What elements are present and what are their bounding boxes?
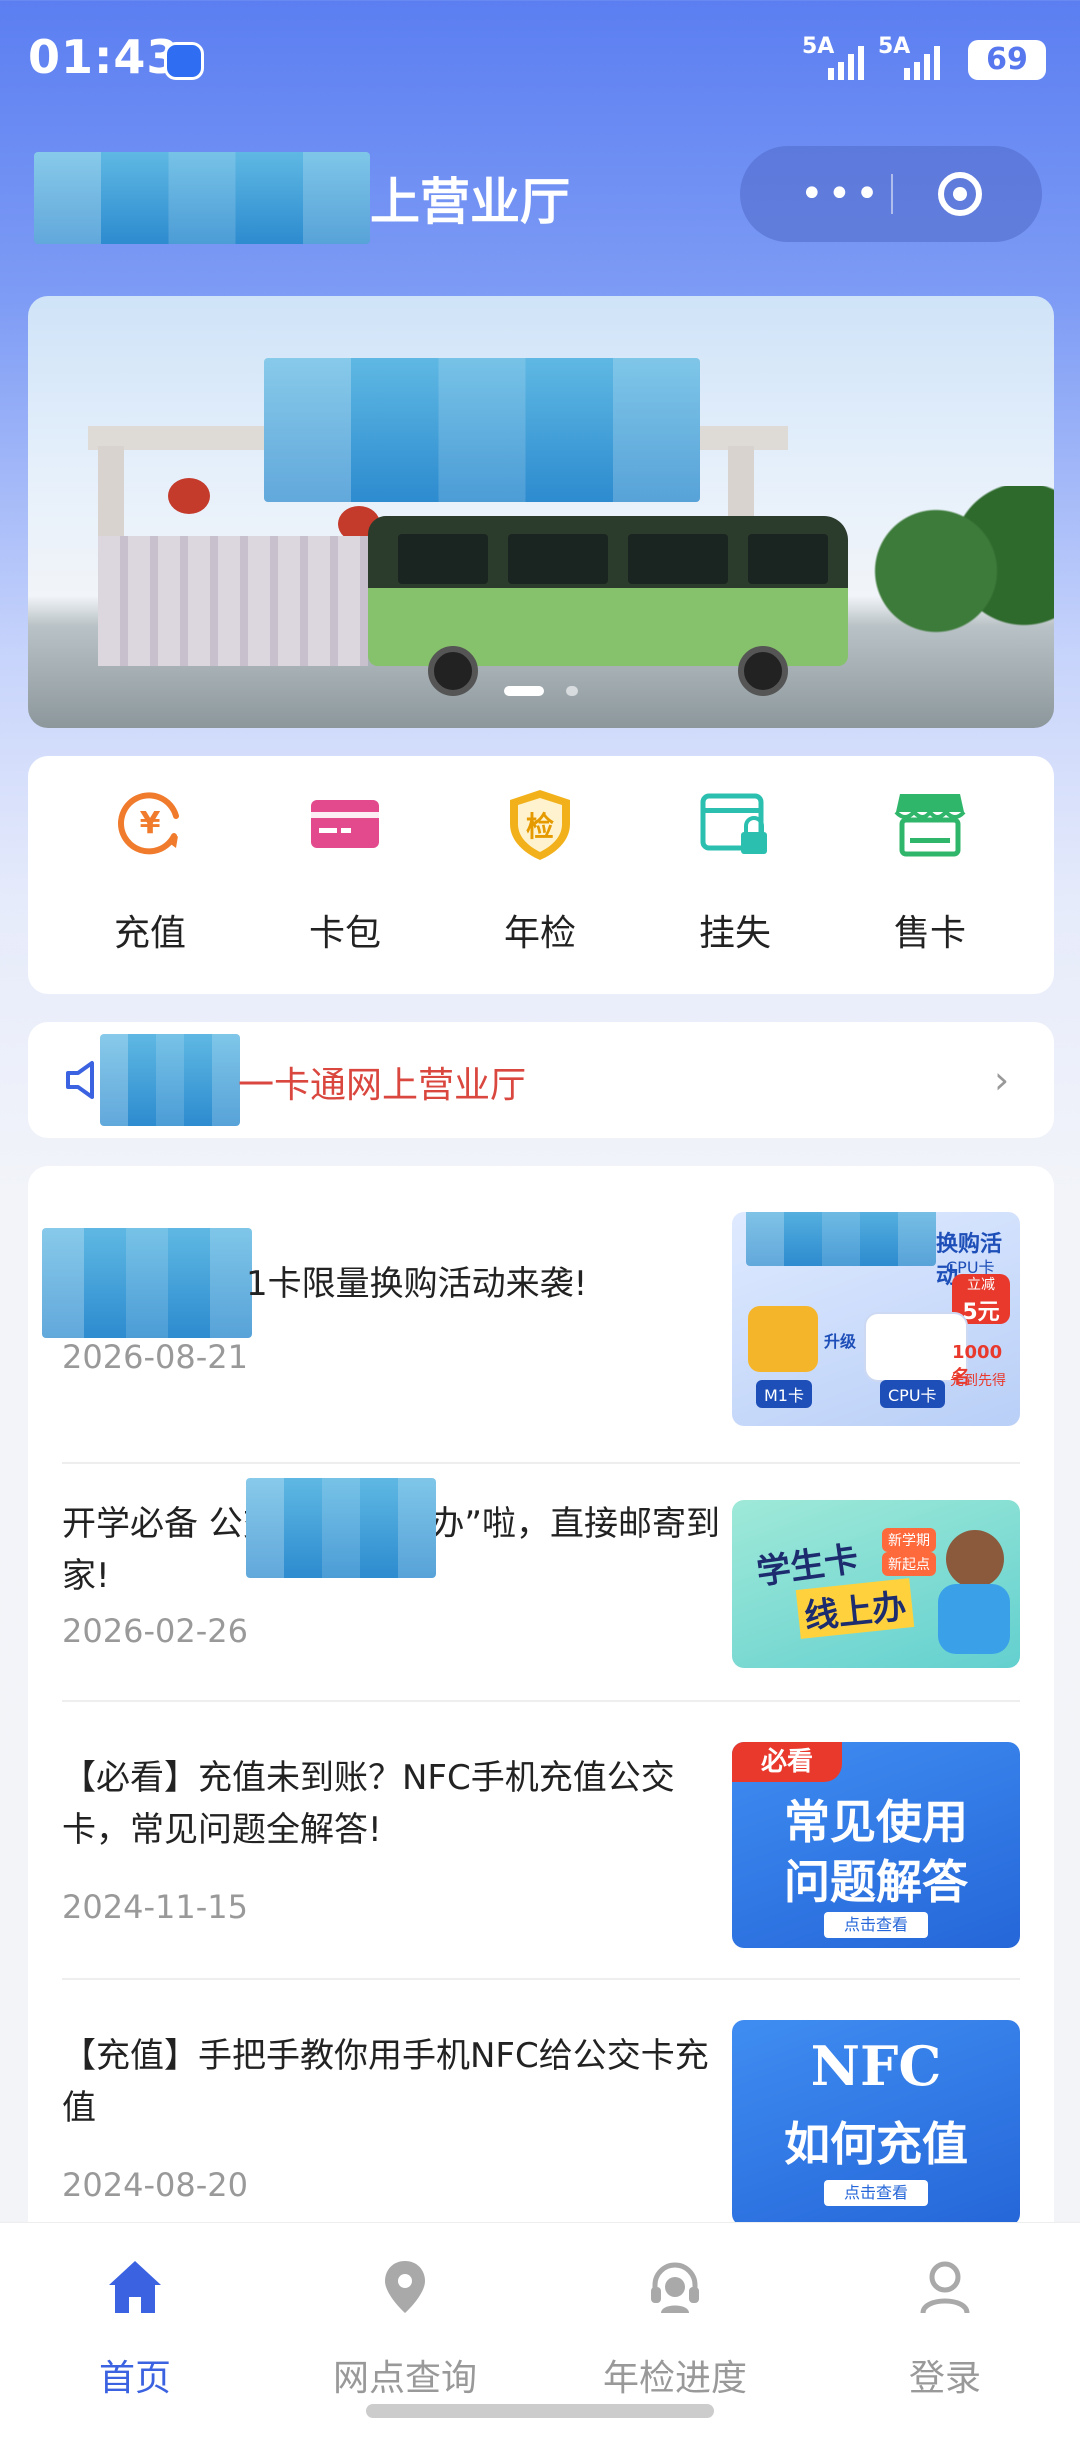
home-indicator [366, 2404, 714, 2418]
headset-icon [651, 2262, 699, 2313]
quick-action-label: 充值 [113, 913, 186, 954]
tab-label: 网点查询 [332, 2358, 477, 2399]
store-icon [894, 794, 966, 857]
building [98, 536, 368, 666]
location-pin-icon [385, 2261, 425, 2313]
news-item[interactable]: 【必看】充值未到账？NFC手机充值公交卡，常见问题全解答! 2024-11-15… [28, 1702, 1054, 1978]
news-item[interactable]: 开学必备 公交卡可“线上办”啦，直接邮寄到家! 2026-02-26 学生卡 线… [28, 1464, 1054, 1700]
trees [848, 486, 1054, 656]
notice-redacted-block [100, 1034, 240, 1126]
news-thumbnail: 换购活动 CPU卡 立减 5元 M1卡 升级 CPU卡 1000名 先到先得 [732, 1212, 1020, 1426]
tab-label: 登录 [908, 2358, 981, 2399]
news-title: 【充值】手把手教你用手机NFC给公交卡充值 [62, 2036, 709, 2128]
notice-bar[interactable]: 一卡通网上营业厅 › [28, 1022, 1054, 1138]
news-redacted-block [42, 1228, 252, 1338]
banner-redacted-block [264, 358, 700, 502]
quick-action-label: 售卡 [893, 913, 966, 954]
bus-image [368, 516, 848, 696]
quick-action-recharge[interactable]: ¥ 充值 [70, 786, 230, 966]
carousel-indicator-active [504, 686, 544, 696]
capsule-divider [891, 174, 893, 214]
svg-text:检: 检 [526, 810, 554, 843]
tab-label: 年检进度 [602, 2358, 747, 2399]
chevron-right-icon: › [994, 1058, 1010, 1102]
mini-program-capsule: ••• [740, 146, 1042, 242]
user-icon [920, 2261, 970, 2314]
tab-label: 首页 [98, 2358, 171, 2399]
quick-action-card-wallet[interactable]: 卡包 [265, 786, 425, 966]
quick-action-label: 挂失 [698, 913, 771, 954]
carousel-indicator [566, 686, 578, 696]
yuan-refresh-icon: ¥ [118, 792, 179, 855]
quick-action-label: 卡包 [308, 913, 381, 954]
lantern [168, 478, 210, 514]
news-item[interactable]: 1卡限量换购活动来袭! 2026-08-21 换购活动 CPU卡 立减 5元 M… [28, 1166, 1054, 1462]
quick-action-sell-card[interactable]: 售卡 [850, 786, 1010, 966]
news-thumbnail: 学生卡 线上办 新学期 新起点 [732, 1500, 1020, 1668]
message-notification-icon [164, 42, 204, 80]
signal-bars-icon-2 [904, 46, 940, 80]
news-date: 2026-08-21 [62, 1338, 248, 1376]
news-title: 1卡限量换购活动来袭! [246, 1264, 588, 1304]
card-icon [311, 800, 379, 848]
svg-text:¥: ¥ [140, 806, 161, 841]
news-redacted-block [246, 1478, 436, 1578]
quick-actions-panel: ¥ 充值 卡包 检 年检 挂失 售卡 [28, 756, 1054, 994]
news-list: 1卡限量换购活动来袭! 2026-08-21 换购活动 CPU卡 立减 5元 M… [28, 1166, 1054, 2266]
card-lock-icon [700, 793, 767, 854]
status-time: 01:43 [28, 30, 180, 84]
status-bar: 01:43 5A 5A 69 [0, 0, 1080, 120]
page-title: 上营业厅 [370, 173, 570, 231]
thumb-redacted-block [746, 1212, 936, 1266]
title-redacted-block [34, 152, 370, 244]
notice-text: 一卡通网上营业厅 [238, 1065, 527, 1106]
quick-action-inspection[interactable]: 检 年检 [460, 786, 620, 966]
news-title: 【必看】充值未到账？NFC手机充值公交卡，常见问题全解答! [62, 1758, 675, 1850]
signal-bars-icon [828, 46, 864, 80]
target-circle-icon[interactable] [938, 172, 982, 216]
news-date: 2024-11-15 [62, 1888, 248, 1926]
more-dots-icon[interactable]: ••• [800, 174, 883, 214]
news-date: 2026-02-26 [62, 1612, 248, 1650]
quick-action-report-loss[interactable]: 挂失 [655, 786, 815, 966]
quick-action-label: 年检 [503, 913, 576, 954]
battery-indicator: 69 [968, 40, 1046, 80]
banner-carousel[interactable] [28, 296, 1054, 728]
news-thumbnail: NFC 如何充值 点击查看 [732, 2020, 1020, 2226]
news-thumbnail: 必看 常见使用 问题解答 点击查看 [732, 1742, 1020, 1948]
home-icon [109, 2261, 161, 2313]
news-date: 2024-08-20 [62, 2166, 248, 2204]
shield-check-icon: 检 [510, 790, 570, 860]
